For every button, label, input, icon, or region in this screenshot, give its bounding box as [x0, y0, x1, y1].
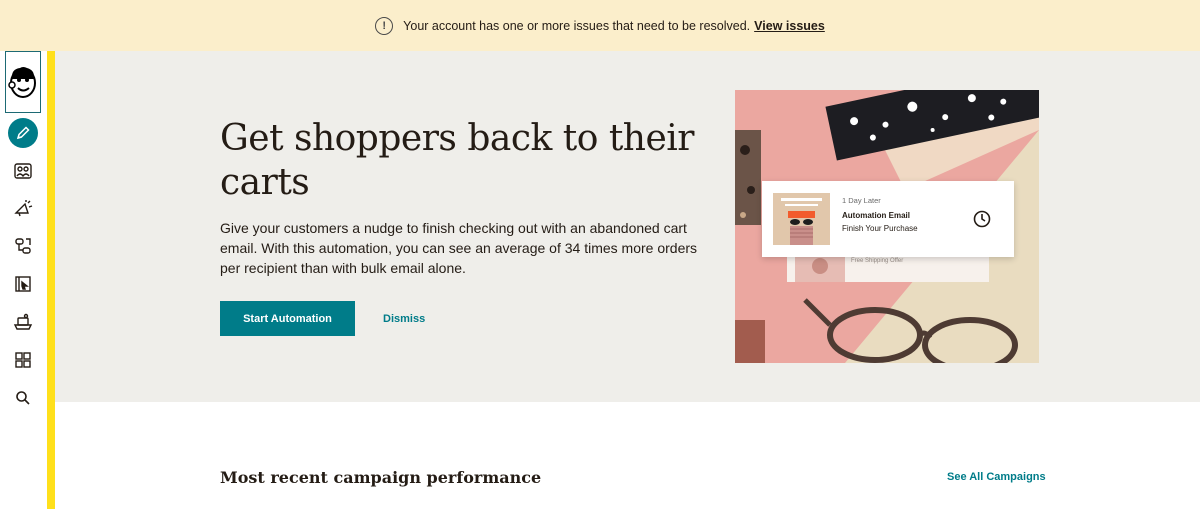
promo-image: Free Shipping Offer 1 Day Later Automati… [735, 90, 1039, 363]
sidebar [0, 51, 47, 509]
automation-email-card: 1 Day Later Automation Email Finish Your… [762, 181, 1014, 257]
campaigns-nav-button[interactable] [6, 193, 40, 225]
banner-message: Your account has one or more issues that… [403, 18, 751, 33]
sidebar-highlight-bar [47, 51, 55, 509]
abandoned-cart-promo: Get shoppers back to their carts Give yo… [55, 51, 1200, 402]
megaphone-icon [14, 200, 33, 217]
start-automation-button[interactable]: Start Automation [220, 301, 355, 336]
integrations-nav-button[interactable] [6, 344, 40, 376]
content-nav-button[interactable] [6, 306, 40, 338]
card-delay: 1 Day Later [842, 196, 881, 205]
search-nav-button[interactable] [6, 382, 40, 414]
warning-icon: ! [375, 16, 394, 35]
pencil-icon [16, 126, 30, 140]
email-thumbnail [773, 193, 830, 245]
website-nav-button[interactable] [6, 268, 40, 300]
view-issues-link[interactable]: View issues [754, 19, 825, 33]
promo-description: Give your customers a nudge to finish ch… [220, 220, 698, 276]
mailchimp-logo[interactable] [5, 51, 41, 113]
website-icon [15, 276, 31, 292]
search-icon [16, 391, 30, 405]
clock-icon [973, 210, 991, 228]
automation-icon [15, 238, 31, 254]
see-all-campaigns-link[interactable]: See All Campaigns [947, 471, 1046, 483]
dismiss-button[interactable]: Dismiss [383, 301, 425, 336]
create-nav-button[interactable] [8, 118, 38, 148]
audience-icon [14, 163, 32, 179]
promo-title: Get shoppers back to their carts [220, 118, 695, 203]
account-issues-banner: ! Your account has one or more issues th… [0, 0, 1200, 51]
campaign-performance-title: Most recent campaign performance [220, 468, 542, 487]
card-subtitle: Finish Your Purchase [842, 224, 918, 233]
integrations-grid-icon [15, 352, 31, 368]
card-title: Automation Email [842, 211, 911, 220]
audience-nav-button[interactable] [6, 155, 40, 187]
card-offer-label: Free Shipping Offer [851, 258, 904, 264]
automations-nav-button[interactable] [6, 230, 40, 262]
content-studio-icon [13, 313, 33, 330]
